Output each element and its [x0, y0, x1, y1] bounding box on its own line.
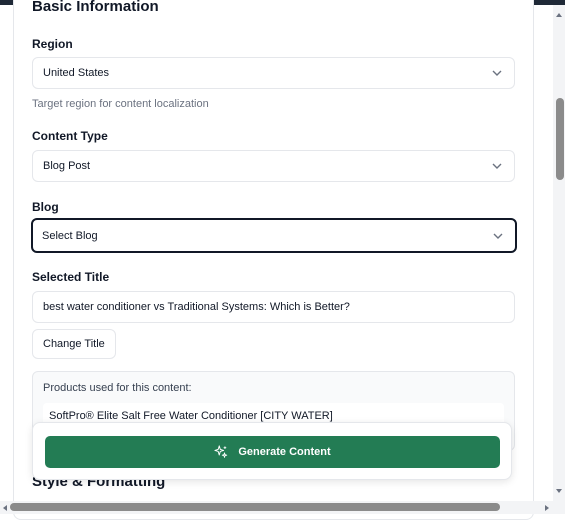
region-select[interactable]: United States — [32, 57, 515, 89]
generate-content-label: Generate Content — [238, 446, 331, 458]
generate-content-button[interactable]: Generate Content — [45, 436, 500, 468]
selected-title-value: best water conditioner vs Traditional Sy… — [43, 301, 350, 313]
selected-title-label: Selected Title — [32, 270, 110, 284]
blog-select[interactable]: Select Blog — [31, 218, 517, 253]
content-type-select-value: Blog Post — [43, 160, 91, 172]
chevron-down-icon — [492, 163, 502, 169]
selected-title-input[interactable]: best water conditioner vs Traditional Sy… — [32, 291, 515, 323]
vertical-scrollbar[interactable] — [553, 5, 565, 501]
horizontal-scrollbar[interactable] — [0, 501, 565, 514]
region-label: Region — [32, 37, 73, 51]
scroll-up-arrow-icon[interactable] — [555, 11, 563, 19]
blog-select-value: Select Blog — [42, 229, 98, 242]
vertical-scrollbar-thumb[interactable] — [556, 98, 564, 180]
chevron-down-icon — [492, 70, 502, 76]
generate-action-bar: Generate Content — [32, 422, 512, 480]
change-title-button[interactable]: Change Title — [32, 329, 116, 359]
scroll-right-arrow-icon[interactable] — [543, 504, 551, 512]
blog-label: Blog — [32, 200, 59, 214]
content-type-label: Content Type — [32, 129, 108, 143]
products-label: Products used for this content: — [43, 382, 192, 394]
section-title-basic-information: Basic Information — [32, 0, 159, 15]
scroll-left-arrow-icon[interactable] — [1, 504, 9, 512]
content-type-select[interactable]: Blog Post — [32, 150, 515, 182]
chevron-down-icon — [493, 233, 503, 239]
horizontal-scrollbar-thumb[interactable] — [10, 503, 500, 511]
scroll-down-arrow-icon[interactable] — [555, 487, 563, 495]
sparkles-icon — [214, 445, 228, 458]
region-helper-text: Target region for content localization — [32, 98, 209, 110]
region-select-value: United States — [43, 67, 110, 79]
